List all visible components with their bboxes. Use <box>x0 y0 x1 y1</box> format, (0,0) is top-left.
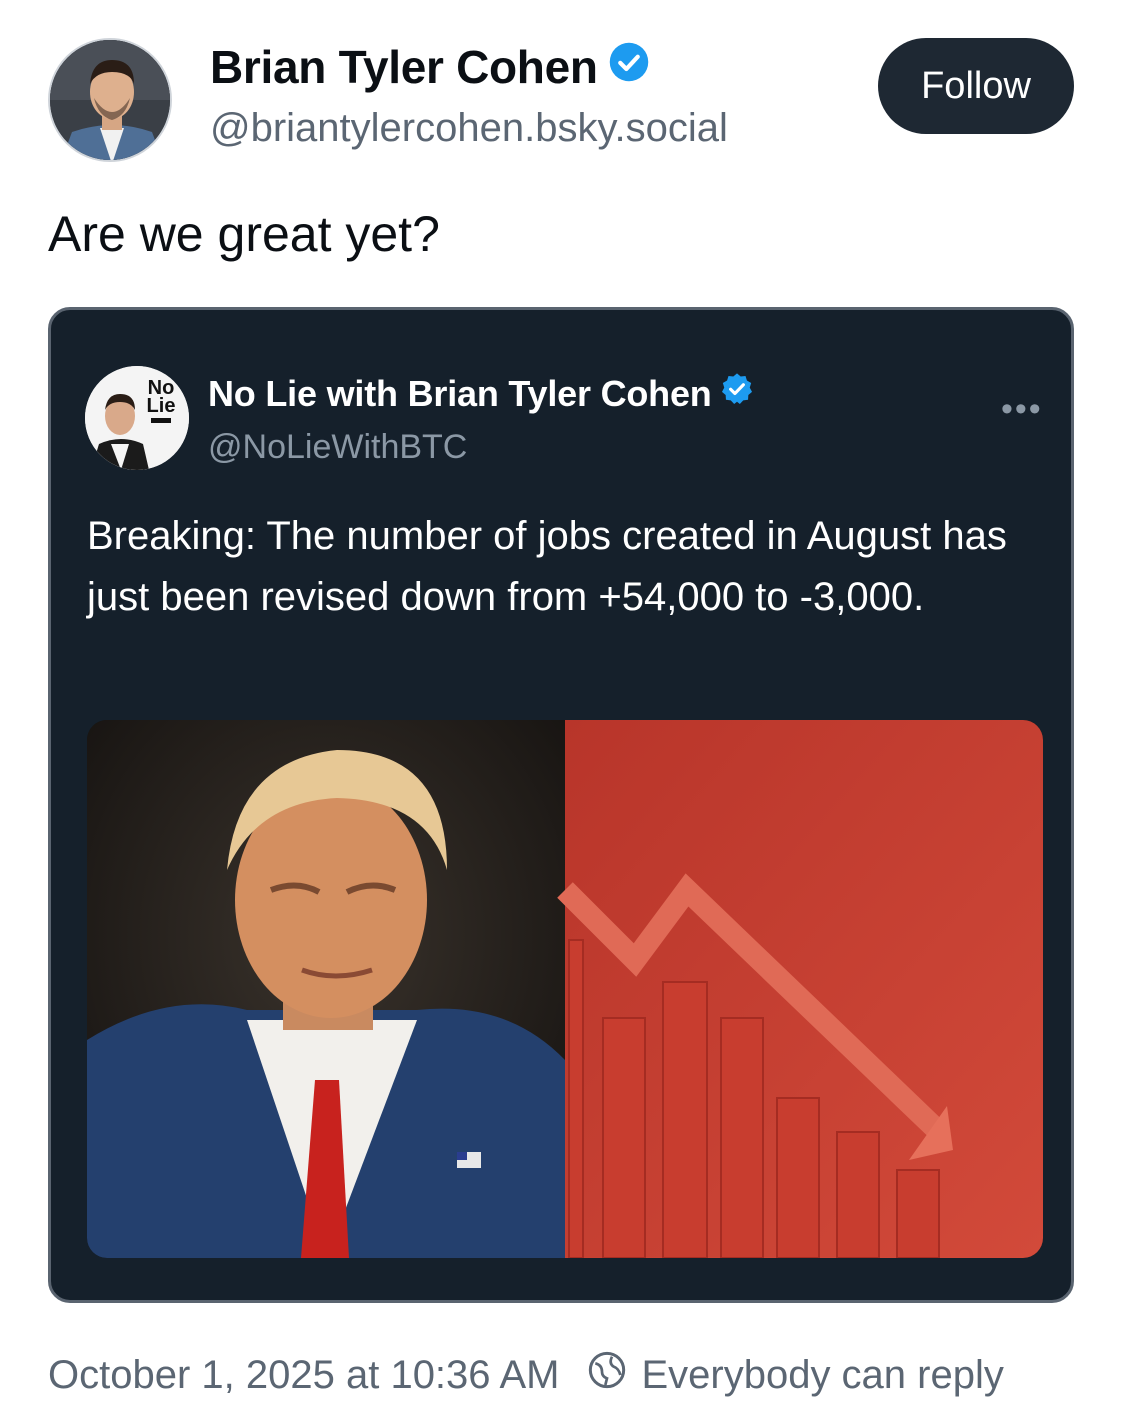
author-photo <box>50 40 170 160</box>
quoted-author-name-text: No Lie with Brian Tyler Cohen <box>208 372 712 414</box>
verified-check-icon <box>608 40 650 94</box>
author-handle[interactable]: @briantylercohen.bsky.social <box>210 106 728 151</box>
globe-icon <box>587 1350 627 1400</box>
quoted-author-photo: No Lie <box>85 366 189 470</box>
trump-chart-illustration <box>87 720 1043 1258</box>
avatar-badge-lie: Lie <box>147 395 176 417</box>
author-display-name[interactable]: Brian Tyler Cohen <box>210 40 650 94</box>
post-text: Are we great yet? <box>48 206 440 262</box>
reply-setting[interactable]: Everybody can reply <box>587 1350 1004 1400</box>
reply-setting-label: Everybody can reply <box>641 1352 1004 1397</box>
quoted-author-display-name[interactable]: No Lie with Brian Tyler Cohen <box>208 372 754 415</box>
quoted-author-handle[interactable]: @NoLieWithBTC <box>208 428 467 467</box>
post-footer: October 1, 2025 at 10:36 AM Everybody ca… <box>48 1350 1004 1400</box>
author-avatar[interactable] <box>48 38 172 162</box>
follow-button[interactable]: Follow <box>878 38 1074 134</box>
quoted-author-avatar[interactable]: No Lie <box>85 366 189 470</box>
quoted-post-image[interactable] <box>87 720 1043 1258</box>
post-timestamp[interactable]: October 1, 2025 at 10:36 AM <box>48 1353 559 1398</box>
verified-check-icon <box>720 372 754 415</box>
quoted-post-text: Breaking: The number of jobs created in … <box>87 514 1007 619</box>
quoted-post-card[interactable]: No Lie No Lie with Brian Tyler Cohen @No… <box>48 307 1074 1303</box>
more-options-icon[interactable]: ••• <box>1001 390 1043 429</box>
author-name-text: Brian Tyler Cohen <box>210 41 598 93</box>
